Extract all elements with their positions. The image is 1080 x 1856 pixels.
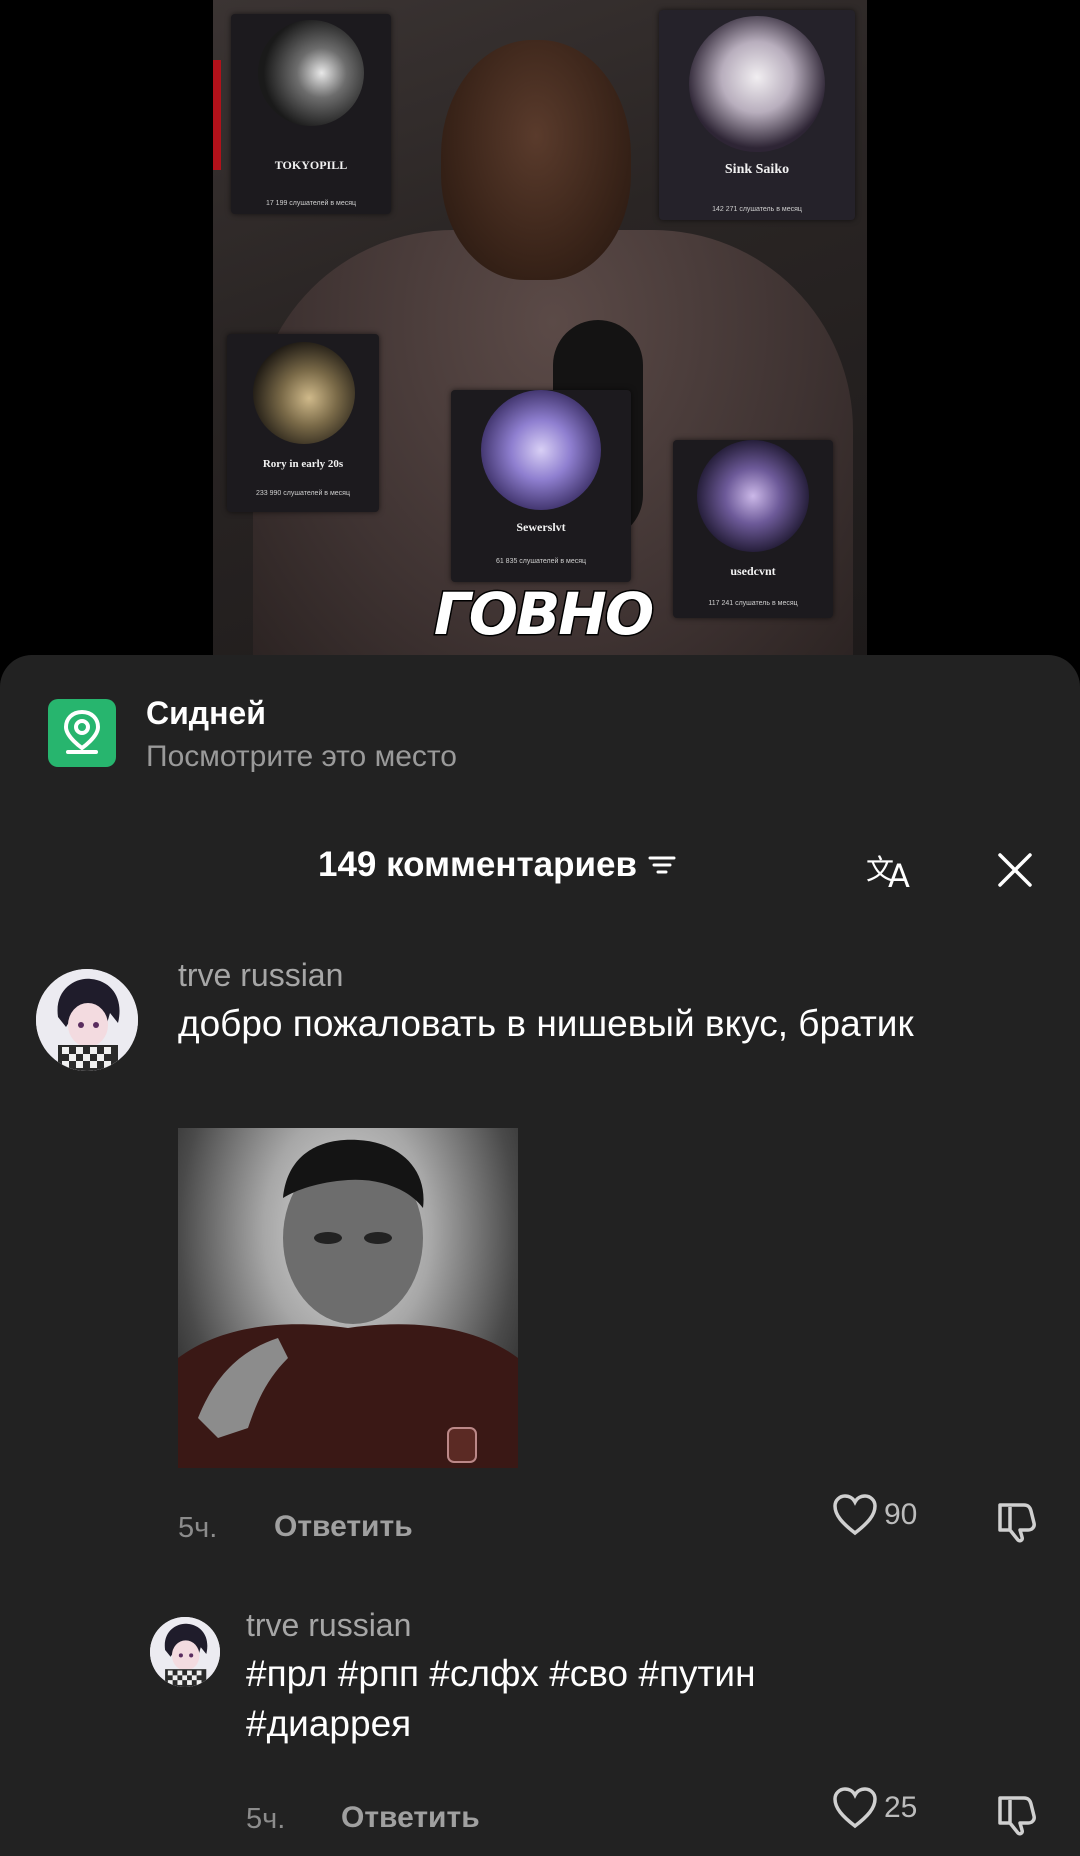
artist-listeners: 142 271 слушатель в месяц [712, 206, 802, 213]
svg-text:A: A [888, 857, 910, 891]
artist-card: Sewerslvt 61 835 слушателей в месяц [451, 390, 631, 582]
location-subtitle[interactable]: Посмотрите это место [146, 740, 457, 774]
heart-icon [833, 1494, 877, 1536]
artist-card: Rory in early 20s 233 990 слушателей в м… [227, 334, 379, 512]
comment-image[interactable] [178, 1128, 518, 1468]
artist-card: usedcvnt 117 241 слушатель в месяц [673, 440, 833, 618]
artist-listeners: 233 990 слушателей в месяц [256, 490, 350, 497]
comments-count: 149 комментариев [318, 845, 637, 884]
artist-cover [689, 16, 825, 152]
comment-text: #прл #рпп #слфх #сво #путин #диаррея [246, 1653, 756, 1744]
comments-count-sort[interactable]: 149 комментариев [318, 845, 677, 885]
comment-username[interactable]: trve russian [178, 957, 343, 994]
comment-time: 5ч. [178, 1512, 218, 1544]
video-overlay-caption: ГОВНО [432, 579, 655, 650]
artist-name: Rory in early 20s [262, 458, 344, 470]
artist-card: TOKYOPILL 17 199 слушателей в месяц [231, 14, 391, 214]
like-count: 25 [884, 1791, 918, 1824]
close-icon[interactable] [996, 851, 1034, 889]
artist-listeners: 117 241 слушатель в месяц [708, 600, 798, 607]
comment-username[interactable]: trve russian [246, 1607, 411, 1644]
person-head [441, 40, 631, 280]
location-title[interactable]: Сидней [146, 695, 266, 732]
video-player[interactable]: TOKYOPILL 17 199 слушателей в месяц Sink… [213, 0, 867, 660]
like-count: 90 [884, 1498, 918, 1531]
artist-name: Sink Saiko [724, 162, 790, 177]
comments-sheet: Сидней Посмотрите это место 149 коммента… [0, 655, 1080, 1856]
like-button[interactable]: 25 [832, 1786, 917, 1830]
artist-listeners: 17 199 слушателей в месяц [265, 200, 357, 207]
avatar[interactable] [36, 969, 138, 1071]
translate-icon[interactable]: 文 A [866, 847, 916, 891]
artist-name: Sewerslvt [516, 520, 566, 534]
sort-icon [648, 856, 676, 874]
artist-cover [697, 440, 809, 552]
artist-cover [253, 342, 355, 444]
like-button[interactable]: 90 [832, 1493, 917, 1537]
avatar[interactable] [150, 1617, 220, 1687]
comment-time: 5ч. [246, 1803, 286, 1835]
reply-button[interactable]: Ответить [341, 1801, 480, 1835]
reply-button[interactable]: Ответить [274, 1510, 413, 1544]
location-pin-icon[interactable] [48, 699, 116, 767]
artist-card: Sink Saiko 142 271 слушатель в месяц [659, 10, 855, 220]
artist-listeners: 61 835 слушателей в месяц [495, 558, 587, 565]
artist-name: usedcvnt [730, 564, 776, 578]
red-accent [213, 60, 221, 170]
comment-text: добро пожаловать в нишевый вкус, братик [178, 1003, 914, 1044]
heart-icon [833, 1787, 877, 1829]
artist-cover [481, 390, 601, 510]
artist-cover [258, 20, 364, 126]
dislike-icon[interactable] [994, 1497, 1040, 1543]
dislike-icon[interactable] [994, 1790, 1040, 1836]
artist-name: TOKYOPILL [274, 158, 348, 172]
